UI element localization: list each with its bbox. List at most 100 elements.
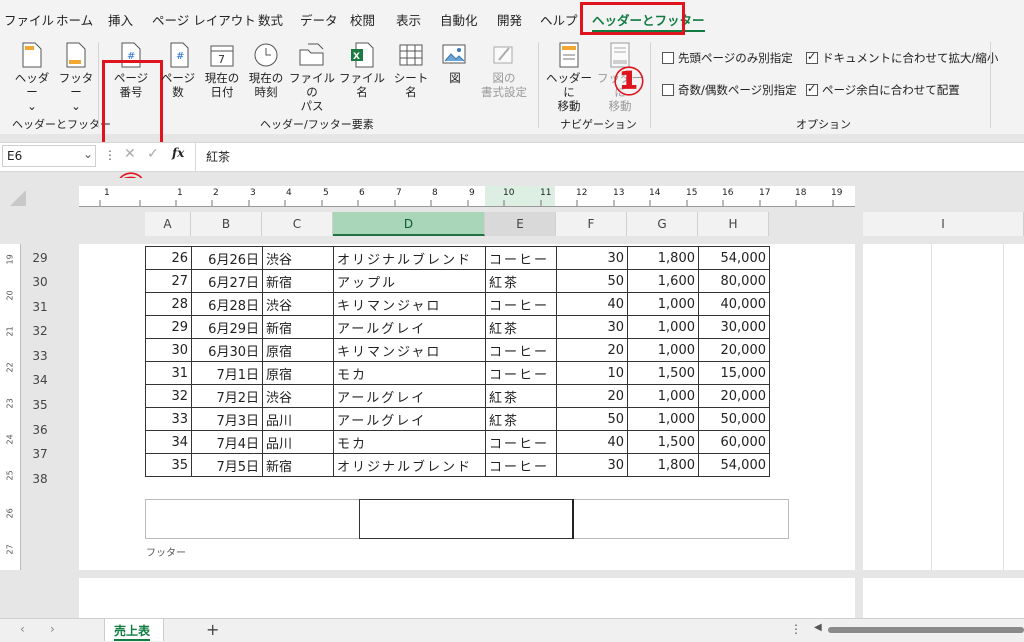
column-header-a[interactable]: A (145, 212, 191, 236)
column-header-f[interactable]: F (556, 212, 627, 236)
cell-c[interactable]: 渋谷 (262, 246, 334, 270)
cell-e[interactable]: コーヒー (485, 292, 557, 316)
option-odd-even[interactable]: 奇数/偶数ページ別指定 (662, 82, 797, 98)
row-header[interactable]: 31 (24, 295, 56, 319)
menu-help[interactable]: ヘルプ (540, 10, 578, 29)
horizontal-scrollbar-thumb[interactable] (828, 627, 1024, 633)
cell-b[interactable]: 7月3日 (191, 407, 263, 431)
cell-f[interactable]: 30 (556, 246, 628, 270)
cell-c[interactable]: 新宿 (262, 269, 334, 293)
footer-center-section[interactable] (359, 499, 574, 539)
row-header[interactable]: 29 (24, 246, 56, 270)
menu-insert[interactable]: 挿入 (108, 10, 133, 29)
cell-e[interactable]: 紅茶 (485, 269, 557, 293)
cell-f[interactable]: 50 (556, 269, 628, 293)
cancel-icon[interactable]: ✕ (124, 146, 136, 162)
cell-g[interactable]: 1,600 (627, 269, 699, 293)
cell-g[interactable]: 1,500 (627, 361, 699, 385)
cell-h[interactable]: 80,000 (698, 269, 770, 293)
more-icon[interactable]: ⋮ (104, 148, 116, 162)
cell-h[interactable]: 50,000 (698, 407, 770, 431)
cell-f[interactable]: 20 (556, 338, 628, 362)
row-header[interactable]: 33 (24, 344, 56, 368)
cell-c[interactable]: 品川 (262, 407, 334, 431)
cell-d[interactable]: キリマンジャロ (333, 338, 486, 362)
cell-f[interactable]: 20 (556, 384, 628, 408)
cell-e[interactable]: コーヒー (485, 338, 557, 362)
cell-h[interactable]: 20,000 (698, 384, 770, 408)
cell-a[interactable]: 33 (145, 407, 192, 431)
cell-h[interactable]: 30,000 (698, 315, 770, 339)
cell-a[interactable]: 32 (145, 384, 192, 408)
cell-c[interactable]: 新宿 (262, 453, 334, 477)
cell-c[interactable]: 原宿 (262, 361, 334, 385)
goto-header-button[interactable]: ヘッダーに 移動 (544, 42, 594, 113)
cell-b[interactable]: 7月1日 (191, 361, 263, 385)
cell-h[interactable]: 15,000 (698, 361, 770, 385)
insert-function-button[interactable]: fx (172, 146, 184, 160)
cell-h[interactable]: 60,000 (698, 430, 770, 454)
cell-b[interactable]: 6月29日 (191, 315, 263, 339)
cell-g[interactable]: 1,000 (627, 384, 699, 408)
header-button[interactable]: ヘッダー ⌄ (10, 42, 54, 113)
scroll-left-icon[interactable]: ◀ (814, 622, 822, 633)
cell-d[interactable]: アールグレイ (333, 315, 486, 339)
cell-b[interactable]: 6月30日 (191, 338, 263, 362)
cell-e[interactable]: 紅茶 (485, 315, 557, 339)
menu-developer[interactable]: 開発 (497, 10, 522, 29)
cell-g[interactable]: 1,500 (627, 430, 699, 454)
option-align-margins[interactable]: ページ余白に合わせて配置 (806, 82, 960, 98)
cell-g[interactable]: 1,800 (627, 453, 699, 477)
cell-d[interactable]: オリジナルブレンド (333, 453, 486, 477)
sheet-tab-active[interactable]: 売上表 (104, 619, 164, 641)
menu-data[interactable]: データ (300, 10, 338, 29)
cell-a[interactable]: 35 (145, 453, 192, 477)
cell-h[interactable]: 54,000 (698, 246, 770, 270)
row-header[interactable]: 34 (24, 368, 56, 392)
enter-check-icon[interactable]: ✓ (147, 146, 159, 162)
column-header-d[interactable]: D (333, 212, 485, 236)
cell-g[interactable]: 1,000 (627, 292, 699, 316)
checkbox-align-margins[interactable] (806, 82, 818, 96)
file-name-button[interactable]: X ファイル名 (338, 42, 386, 99)
add-sheet-button[interactable]: + (206, 620, 219, 639)
column-header-c[interactable]: C (262, 212, 333, 236)
cell-c[interactable]: 渋谷 (262, 384, 334, 408)
column-header-i[interactable]: I (863, 212, 1024, 236)
menu-view[interactable]: 表示 (396, 10, 421, 29)
cell-e[interactable]: 紅茶 (485, 384, 557, 408)
cell-g[interactable]: 1,000 (627, 315, 699, 339)
cell-g[interactable]: 1,000 (627, 338, 699, 362)
cell-d[interactable]: キリマンジャロ (333, 292, 486, 316)
column-header-h[interactable]: H (698, 212, 769, 236)
cell-h[interactable]: 54,000 (698, 453, 770, 477)
cell-b[interactable]: 6月27日 (191, 269, 263, 293)
cell-a[interactable]: 31 (145, 361, 192, 385)
cell-a[interactable]: 34 (145, 430, 192, 454)
menu-home[interactable]: ホーム (56, 10, 93, 29)
option-first-page[interactable]: 先頭ページのみ別指定 (662, 50, 793, 66)
cell-d[interactable]: アップル (333, 269, 486, 293)
column-header-b[interactable]: B (191, 212, 262, 236)
row-header[interactable]: 30 (24, 270, 56, 294)
formula-input[interactable]: 紅茶 (206, 148, 230, 165)
row-header[interactable]: 38 (24, 467, 56, 491)
cell-f[interactable]: 30 (556, 453, 628, 477)
cell-d[interactable]: オリジナルブレンド (333, 246, 486, 270)
menu-file[interactable]: ファイル (4, 10, 54, 29)
cell-c[interactable]: 渋谷 (262, 292, 334, 316)
cell-e[interactable]: 紅茶 (485, 407, 557, 431)
menu-page-layout[interactable]: ページ レイアウト (152, 10, 256, 29)
cell-h[interactable]: 20,000 (698, 338, 770, 362)
more-icon[interactable]: ⋮ (790, 622, 802, 636)
cell-g[interactable]: 1,000 (627, 407, 699, 431)
picture-button[interactable]: 図 (438, 42, 472, 85)
file-path-button[interactable]: ファイルの パス (288, 42, 336, 113)
cell-f[interactable]: 40 (556, 430, 628, 454)
cell-f[interactable]: 10 (556, 361, 628, 385)
cell-a[interactable]: 29 (145, 315, 192, 339)
cell-b[interactable]: 7月2日 (191, 384, 263, 408)
cell-d[interactable]: アールグレイ (333, 384, 486, 408)
menu-formulas[interactable]: 数式 (258, 10, 283, 29)
name-box[interactable]: E6 ⌄ (2, 145, 96, 167)
